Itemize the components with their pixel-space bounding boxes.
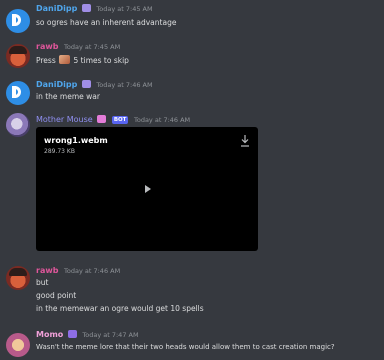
message-text: but — [36, 278, 49, 287]
bot-tag: BOT — [111, 116, 129, 124]
role-icon — [67, 330, 77, 338]
username[interactable]: rawb — [36, 266, 58, 275]
file-name[interactable]: wrong1.webm — [44, 136, 108, 145]
avatar[interactable] — [6, 333, 30, 357]
message-header: Mother Mouse BOT Today at 7:46 AM — [36, 115, 190, 125]
timestamp: Today at 7:46 AM — [133, 116, 191, 124]
message-text: good point — [36, 291, 77, 300]
message-mother-mouse: Mother Mouse BOT Today at 7:46 AM wrong1… — [0, 0, 384, 260]
message-text: in the memewar an ogre would get 10 spel… — [36, 304, 204, 313]
username[interactable]: Mother Mouse — [36, 115, 93, 124]
avatar[interactable] — [6, 113, 30, 137]
download-icon[interactable] — [240, 135, 250, 147]
video-attachment[interactable]: wrong1.webm 289.73 KB — [36, 127, 258, 251]
role-icon — [97, 115, 107, 123]
username[interactable]: Momo — [36, 330, 63, 339]
message-header: Momo Today at 7:47 AM — [36, 330, 139, 340]
message-text: Wasn't the meme lore that their two head… — [36, 343, 335, 351]
file-size: 289.73 KB — [44, 148, 75, 155]
timestamp: Today at 7:46 AM — [64, 267, 121, 275]
play-icon[interactable] — [145, 185, 151, 193]
avatar[interactable] — [6, 266, 30, 290]
timestamp: Today at 7:47 AM — [82, 331, 139, 339]
message-momo: Momo Today at 7:47 AM Wasn't the meme lo… — [0, 326, 384, 360]
message-rawb-2: rawb Today at 7:46 AM but good point in … — [0, 262, 384, 322]
message-header: rawb Today at 7:46 AM — [36, 266, 120, 276]
